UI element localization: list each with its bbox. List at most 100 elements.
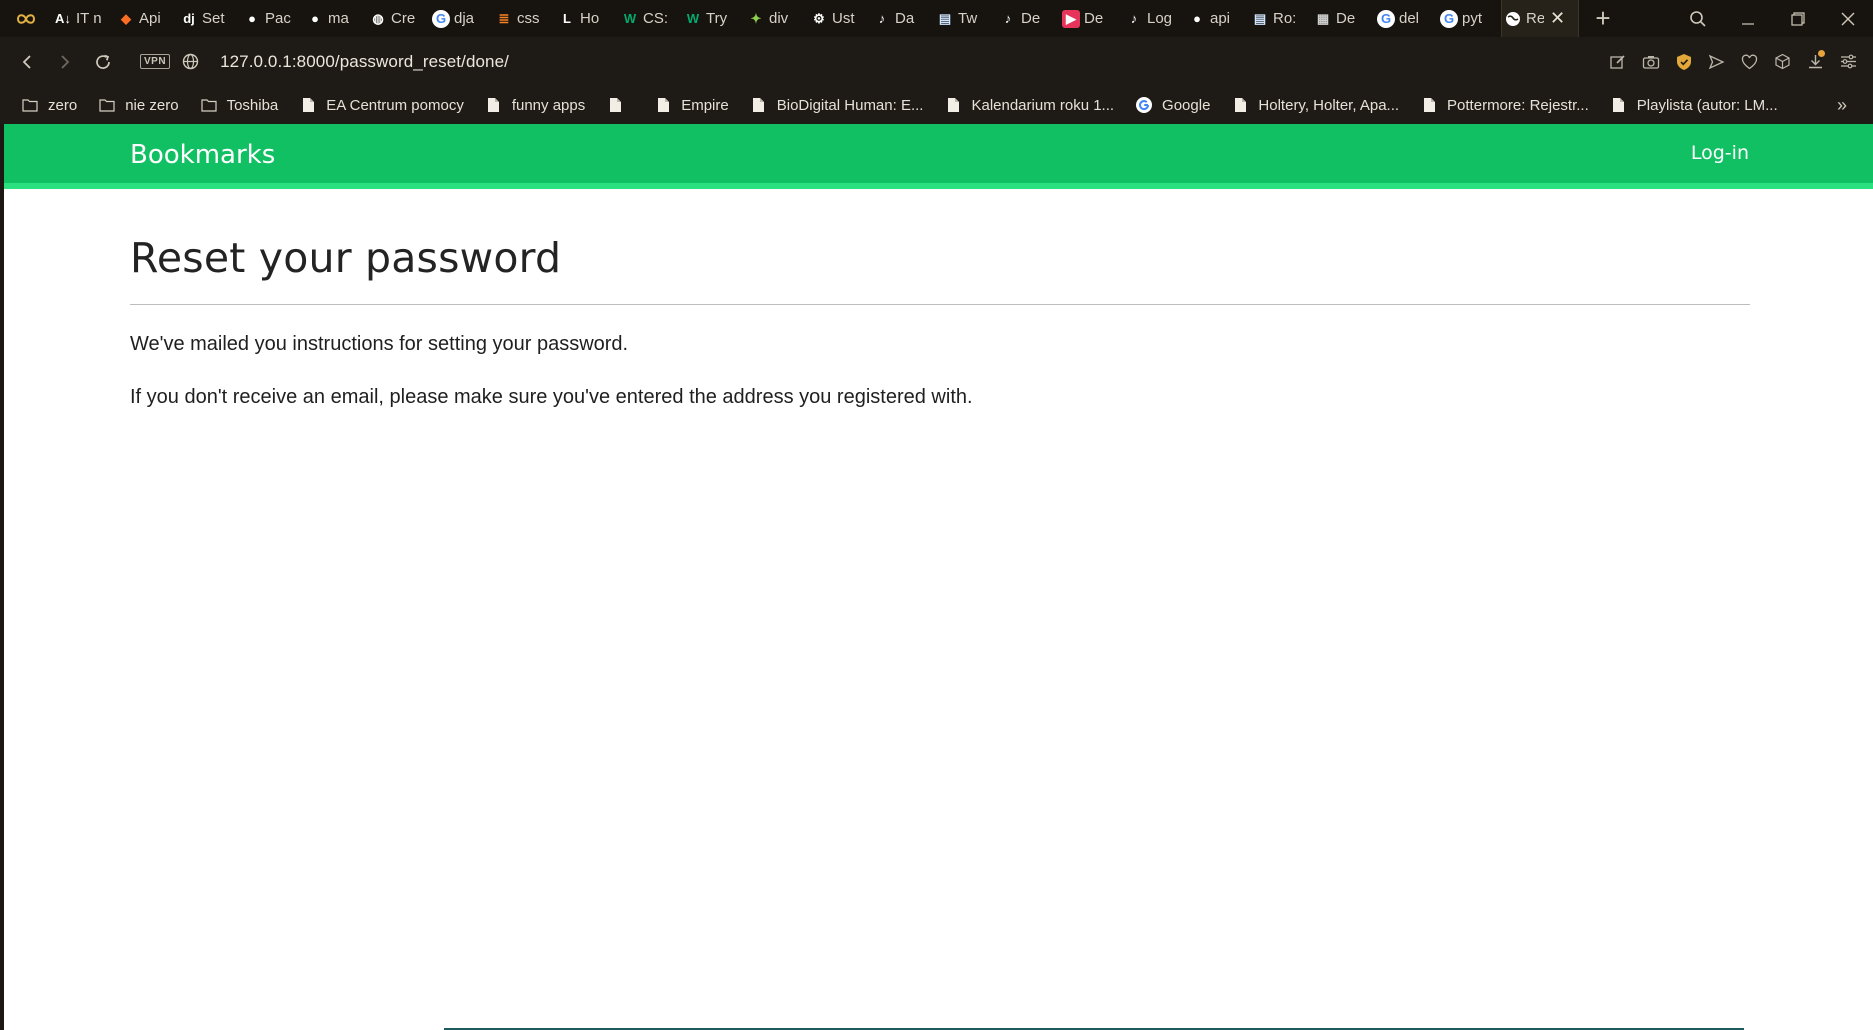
- close-tab-icon[interactable]: ✕: [1550, 8, 1565, 29]
- cube-icon[interactable]: [1766, 37, 1799, 86]
- site-logo-link[interactable]: Bookmarks: [130, 140, 275, 170]
- easy-setup-icon[interactable]: [1832, 37, 1865, 86]
- bookmark-item[interactable]: Empire: [655, 96, 729, 114]
- new-tab-button[interactable]: +: [1579, 0, 1627, 37]
- google-icon: G: [1440, 9, 1458, 28]
- tab-12[interactable]: ⚙ Ust: [808, 0, 871, 37]
- tab-label: ma: [328, 10, 349, 27]
- tab-active[interactable]: Re ✕: [1501, 0, 1579, 37]
- snapshot-camera-icon[interactable]: [1634, 37, 1667, 86]
- tab-19[interactable]: ▤ Ro:: [1249, 0, 1312, 37]
- page-title: Reset your password: [130, 234, 1750, 305]
- close-window-icon[interactable]: [1823, 0, 1873, 37]
- tab-8[interactable]: L Ho: [556, 0, 619, 37]
- google-icon: G: [1377, 9, 1395, 28]
- tab-5[interactable]: ◍ Cre: [367, 0, 430, 37]
- tab-16[interactable]: ▶ De: [1060, 0, 1123, 37]
- forward-icon[interactable]: [46, 37, 84, 86]
- bookmarks-overflow-icon[interactable]: »: [1837, 86, 1847, 124]
- folder-icon: [99, 96, 115, 114]
- reload-icon[interactable]: [84, 37, 122, 86]
- tab-1[interactable]: ◆ Api: [115, 0, 178, 37]
- tab-22[interactable]: Gpyt: [1438, 0, 1501, 37]
- tab-6[interactable]: Gdja: [430, 0, 493, 37]
- bookmark-item[interactable]: zero: [22, 96, 77, 114]
- bookmark-label: Kalendarium roku 1...: [971, 96, 1115, 114]
- tab-list: A↓ IT n ◆ Api dj Set ● Pac ● ma ◍ Cre Gdja ≣ css L Ho W CS…: [52, 0, 1501, 37]
- bookmark-label: zero: [48, 96, 78, 114]
- page-icon: [655, 96, 671, 114]
- tab-label: Re: [1526, 10, 1544, 27]
- tab-13[interactable]: ♪ Da: [871, 0, 934, 37]
- bookmark-item[interactable]: Toshiba: [200, 96, 278, 114]
- bookmark-item[interactable]: Google: [1136, 96, 1210, 114]
- tab-label: Api: [139, 10, 161, 27]
- tab-18[interactable]: ● api: [1186, 0, 1249, 37]
- tab-label: Tw: [958, 10, 978, 27]
- vpn-badge[interactable]: VPN: [140, 54, 171, 69]
- tab-9[interactable]: W CS:: [619, 0, 682, 37]
- bookmark-item[interactable]: Kalendarium roku 1...: [945, 96, 1114, 114]
- restore-icon[interactable]: [1773, 0, 1823, 37]
- bookmark-label: funny apps: [511, 96, 586, 114]
- url-input[interactable]: 127.0.0.1:8000/password_reset/done/: [220, 52, 509, 72]
- tab-label: api: [1210, 10, 1231, 27]
- send-icon[interactable]: [1700, 37, 1733, 86]
- github-icon: ●: [311, 11, 319, 26]
- edit-page-icon[interactable]: [1601, 37, 1634, 86]
- page-icon: [751, 96, 767, 114]
- site-header: Bookmarks Log-in: [4, 124, 1873, 183]
- page-icon: [1611, 96, 1627, 114]
- book-icon: ▤: [1253, 10, 1267, 26]
- music-note-icon: ♪: [1004, 11, 1012, 26]
- login-link[interactable]: Log-in: [1691, 142, 1749, 164]
- tab-strip: A↓ IT n ◆ Api dj Set ● Pac ● ma ◍ Cre Gdja ≣ css L Ho W CS…: [0, 0, 1873, 37]
- tab-2[interactable]: dj Set: [178, 0, 241, 37]
- page-icon: [945, 96, 961, 114]
- tab-21[interactable]: Gdel: [1375, 0, 1438, 37]
- bookmark-label: EA Centrum pomocy: [326, 96, 464, 114]
- back-icon[interactable]: [8, 37, 46, 86]
- bookmark-item[interactable]: Pottermore: Rejestr...: [1421, 96, 1589, 114]
- bookmark-item[interactable]: [607, 96, 633, 114]
- tab-label: Set: [202, 10, 225, 27]
- bookmark-item[interactable]: funny apps: [486, 96, 585, 114]
- tab-11[interactable]: ✦ div: [745, 0, 808, 37]
- bookmark-label: Pottermore: Rejestr...: [1447, 96, 1589, 114]
- page-icon: [1421, 96, 1437, 114]
- bookmark-label: nie zero: [125, 96, 179, 114]
- minimize-icon[interactable]: [1723, 0, 1773, 37]
- tab-label: Da: [895, 10, 915, 27]
- browser-menu-icon[interactable]: [0, 0, 52, 37]
- w3schools-icon: W: [686, 11, 700, 26]
- tab-label: De: [1021, 10, 1041, 27]
- download-icon[interactable]: [1799, 37, 1832, 86]
- tab-10[interactable]: W Try: [682, 0, 745, 37]
- tab-search-icon[interactable]: [1673, 0, 1723, 37]
- bookmark-item[interactable]: Playlista (autor: LM...: [1611, 96, 1778, 114]
- tab-20[interactable]: ▦ De: [1312, 0, 1375, 37]
- tab-0[interactable]: A↓ IT n: [52, 0, 115, 37]
- heart-icon[interactable]: [1733, 37, 1766, 86]
- tab-15[interactable]: ♪ De: [997, 0, 1060, 37]
- tab-3[interactable]: ● Pac: [241, 0, 304, 37]
- tab-7[interactable]: ≣ css: [493, 0, 556, 37]
- shield-icon[interactable]: [1667, 37, 1700, 86]
- site-info-globe-icon[interactable]: [182, 53, 200, 71]
- page-icon: [1232, 96, 1248, 114]
- tab-label: De: [1336, 10, 1356, 27]
- page-icon: [607, 96, 623, 114]
- bookmark-item[interactable]: EA Centrum pomocy: [300, 96, 464, 114]
- tab-label: Ro:: [1273, 10, 1297, 27]
- help-message: If you don't receive an email, please ma…: [130, 386, 973, 408]
- sparkle-icon: ✦: [750, 10, 762, 26]
- bookmark-item[interactable]: Holtery, Holter, Apa...: [1232, 96, 1399, 114]
- bookmark-item[interactable]: nie zero: [99, 96, 179, 114]
- book-icon: ▤: [938, 10, 952, 26]
- tab-label: Log: [1147, 10, 1173, 27]
- tab-4[interactable]: ● ma: [304, 0, 367, 37]
- tab-14[interactable]: ▤ Tw: [934, 0, 997, 37]
- bookmark-item[interactable]: BioDigital Human: E...: [751, 96, 923, 114]
- tab-17[interactable]: ♪ Log: [1123, 0, 1186, 37]
- google-icon: G: [432, 9, 450, 28]
